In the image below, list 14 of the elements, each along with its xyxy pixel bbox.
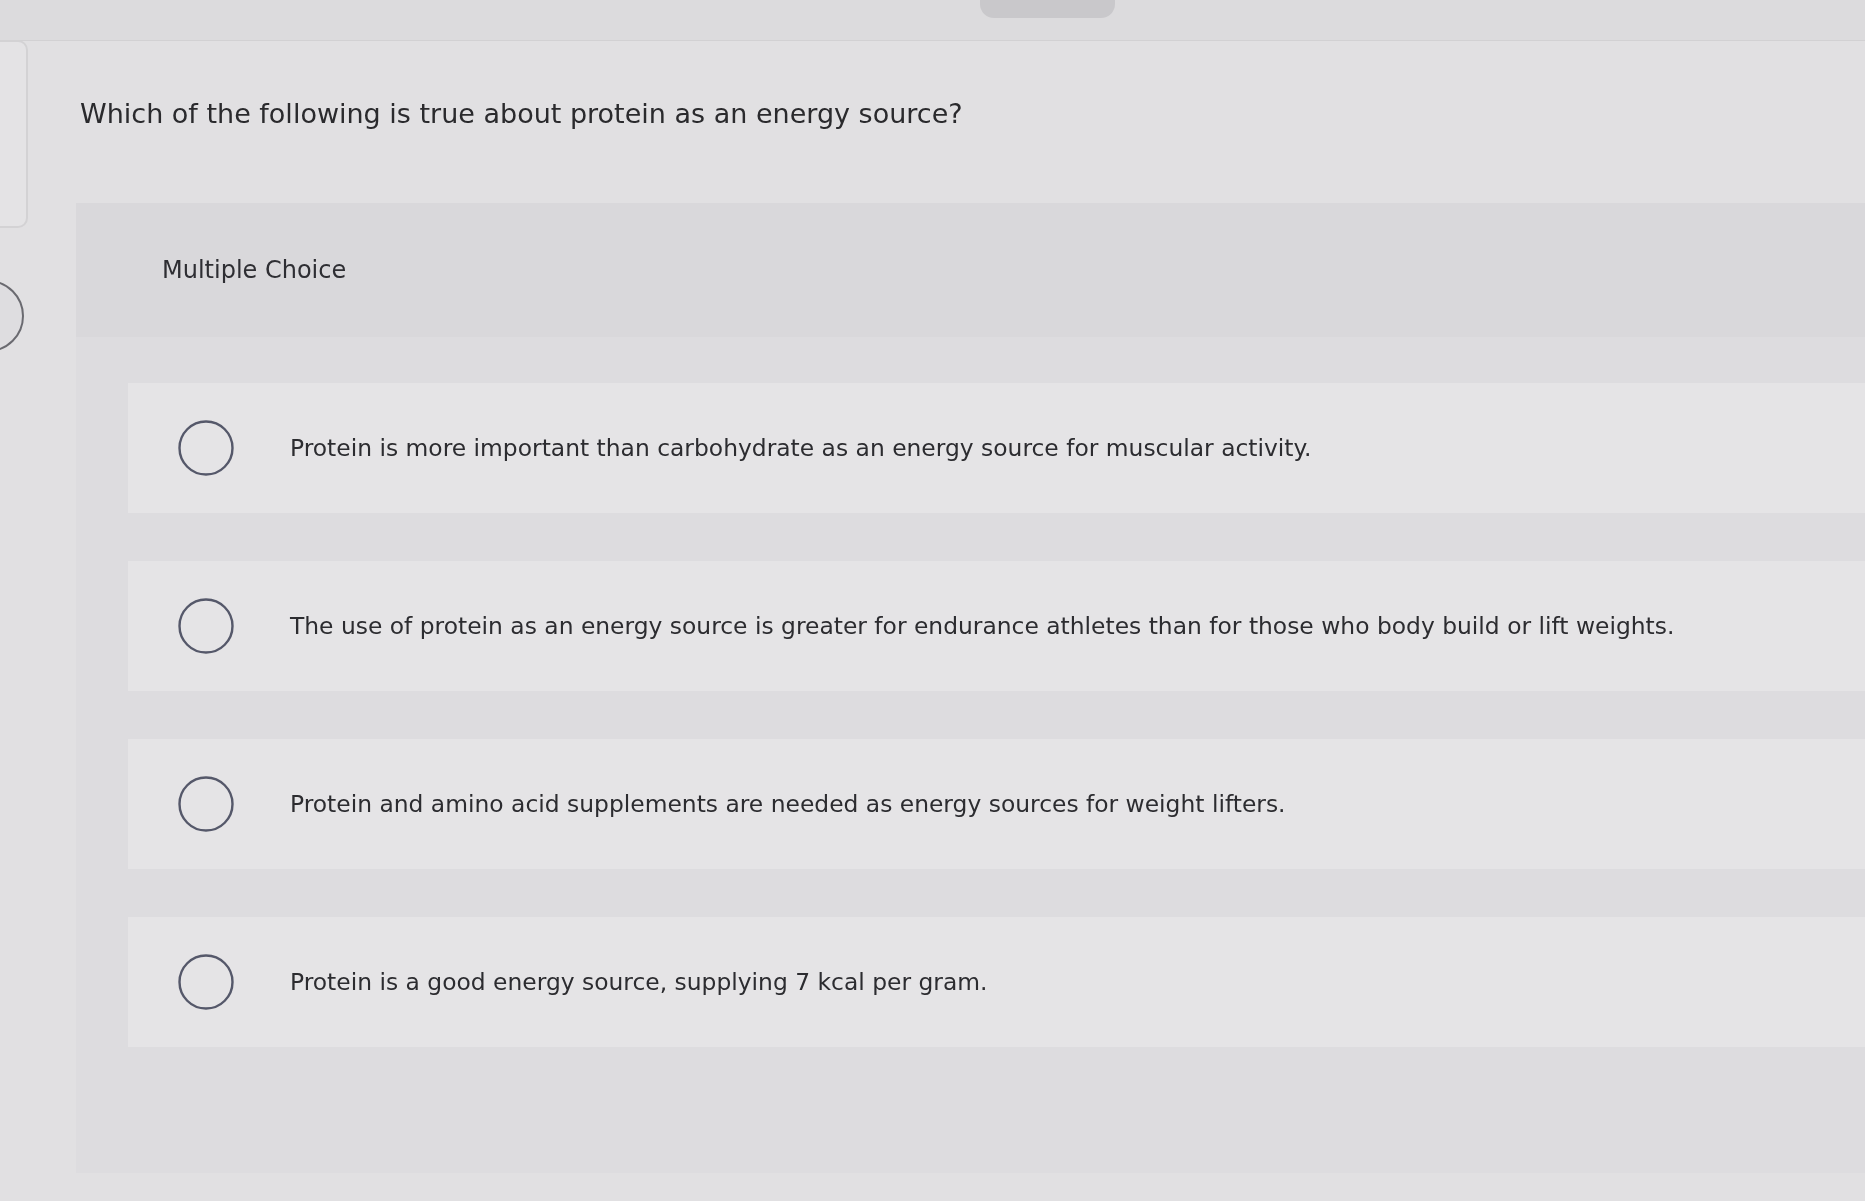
option-text: The use of protein as an energy source is greater for endurance athletes than for those who body build or lift weights. bbox=[290, 612, 1675, 640]
option-text: Protein and amino acid supplements are needed as energy sources for weight lifters. bbox=[290, 790, 1286, 818]
question-type-label: Multiple Choice bbox=[162, 256, 347, 284]
option-card[interactable]: Protein is more important than carbohydrate as an energy source for muscular activity. bbox=[128, 383, 1865, 513]
radio-button[interactable] bbox=[178, 420, 234, 476]
option-text: Protein is a good energy source, supplying 7 kcal per gram. bbox=[290, 968, 988, 996]
option-card[interactable]: Protein is a good energy source, supplying 7 kcal per gram. bbox=[128, 917, 1865, 1047]
question-text: Which of the following is true about protein as an energy source? bbox=[79, 97, 963, 131]
radio-button[interactable] bbox=[178, 776, 234, 832]
option-card[interactable]: Protein and amino acid supplements are needed as energy sources for weight lifters. bbox=[128, 739, 1865, 869]
radio-button[interactable] bbox=[178, 598, 234, 654]
option-text: Protein is more important than carbohydrate as an energy source for muscular activity. bbox=[290, 434, 1312, 462]
radio-button[interactable] bbox=[178, 954, 234, 1010]
option-card[interactable]: The use of protein as an energy source is greater for endurance athletes than for those who body build or lift weights. bbox=[128, 561, 1865, 691]
